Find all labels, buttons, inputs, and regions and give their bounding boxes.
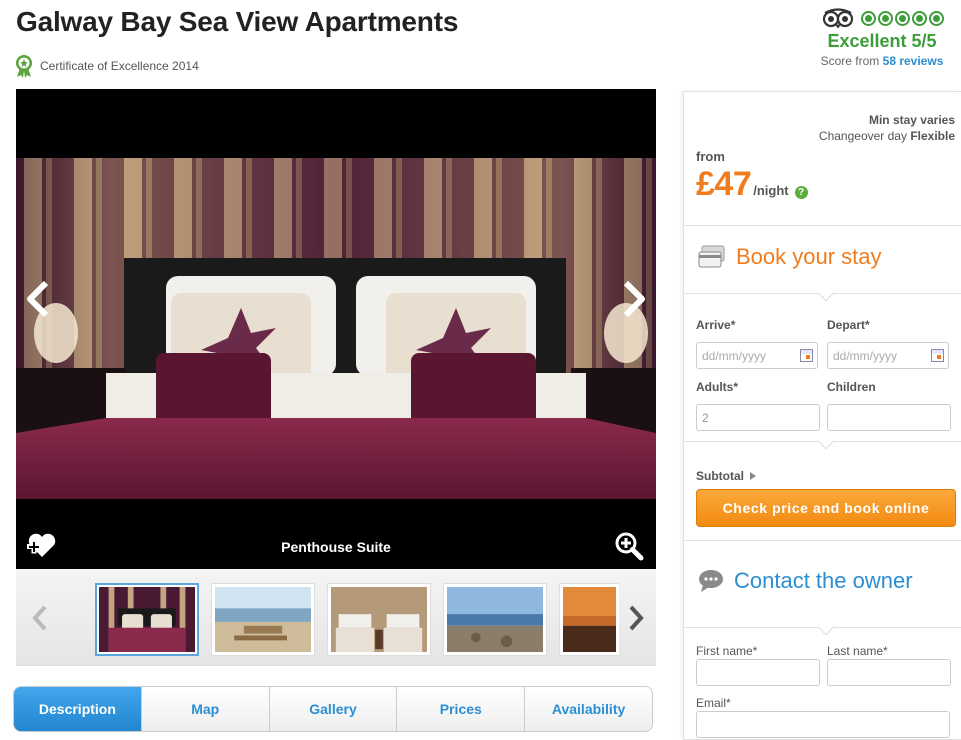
calendar-icon[interactable] — [800, 349, 813, 362]
certificate-label: Certificate of Excellence 2014 — [40, 59, 199, 73]
photo-gallery: Penthouse Suite — [16, 89, 656, 569]
page-title: Galway Bay Sea View Apartments — [16, 6, 459, 37]
email-input[interactable] — [696, 711, 950, 738]
thumbnail-image — [215, 587, 311, 652]
children-label: Children — [827, 380, 876, 394]
tab-prices[interactable]: Prices — [397, 687, 526, 731]
depart-date-input[interactable]: dd/mm/yyyy — [827, 342, 949, 369]
bedroom-photo — [16, 158, 656, 499]
arrive-label: Arrive* — [696, 318, 736, 332]
contact-heading: Contact the owner — [734, 568, 913, 593]
divider — [684, 540, 961, 541]
review-rating: Excellent 5/5 Score from 58 reviews — [817, 8, 947, 68]
thumbnail-twin-beds[interactable] — [327, 583, 431, 656]
rating-bubble-icon — [860, 10, 876, 26]
arrive-placeholder: dd/mm/yyyy — [702, 349, 767, 363]
tab-gallery[interactable]: Gallery — [270, 687, 398, 731]
caret-right-icon — [750, 472, 756, 480]
certificate-of-excellence: Certificate of Excellence 2014 — [14, 54, 199, 78]
listing-tabs: Description Map Gallery Prices Availabil… — [13, 686, 653, 732]
rating-bubbles — [860, 10, 944, 26]
divider-notch — [817, 432, 835, 450]
price-unit: /night — [753, 183, 789, 198]
thumbnail-image — [331, 587, 427, 652]
depart-placeholder: dd/mm/yyyy — [833, 349, 898, 363]
credit-card-icon — [698, 245, 725, 268]
chevron-right-icon — [623, 280, 645, 318]
rating-bubble-icon — [877, 10, 893, 26]
reviews-link[interactable]: 58 reviews — [883, 54, 944, 68]
email-label: Email* — [696, 696, 731, 710]
score-prefix: Score from — [820, 54, 880, 68]
arrive-date-input[interactable]: dd/mm/yyyy — [696, 342, 818, 369]
price-amount: £47 — [696, 165, 752, 203]
divider — [684, 225, 961, 226]
thumbnail-beach-terrace[interactable] — [211, 583, 315, 656]
zoom-in-icon — [615, 532, 644, 561]
book-heading: Book your stay — [736, 244, 882, 269]
thumbnail-image — [447, 587, 543, 652]
last-name-input[interactable] — [827, 659, 951, 686]
thumbnail-image — [563, 587, 616, 652]
rating-label: Excellent 5/5 — [827, 31, 937, 51]
book-your-stay-heading: Book your stay — [698, 244, 882, 270]
thumbnail-image — [99, 587, 195, 652]
first-name-input[interactable] — [696, 659, 820, 686]
calendar-icon[interactable] — [931, 349, 944, 362]
zoom-photo-button[interactable] — [614, 531, 644, 566]
tab-map[interactable]: Map — [142, 687, 270, 731]
score-line: Score from 58 reviews — [817, 54, 947, 68]
changeover-label: Changeover day — [818, 129, 907, 143]
main-photo — [16, 158, 656, 499]
rating-bubble-icon — [911, 10, 927, 26]
nightly-price: £47 /night ? — [696, 165, 808, 204]
thumbnails-previous-button[interactable] — [30, 603, 50, 633]
previous-photo-button[interactable] — [20, 279, 60, 319]
subtotal-label: Subtotal — [696, 469, 744, 483]
tab-availability[interactable]: Availability — [525, 687, 652, 731]
divider-notch — [817, 284, 835, 302]
tripadvisor-owl-icon — [822, 8, 853, 28]
adults-label: Adults* — [696, 380, 738, 394]
chevron-right-icon — [629, 605, 644, 631]
subtotal-toggle[interactable]: Subtotal — [696, 469, 756, 483]
stay-info: Min stay varies Changeover day Flexible — [819, 112, 955, 144]
contact-owner-heading: Contact the owner — [698, 568, 913, 594]
chevron-left-icon — [27, 280, 49, 318]
first-name-label: First name* — [696, 644, 758, 658]
price-from-label: from — [696, 149, 725, 164]
min-stay: Min stay varies — [868, 113, 955, 127]
photo-caption: Penthouse Suite — [281, 539, 391, 555]
price-help-icon[interactable]: ? — [794, 186, 808, 199]
depart-label: Depart* — [827, 318, 870, 332]
changeover-value: Flexible — [910, 129, 955, 143]
thumbnail-bedroom[interactable] — [95, 583, 199, 656]
check-price-button[interactable]: Check price and book online — [696, 489, 956, 527]
children-input[interactable] — [827, 404, 951, 431]
award-badge-icon — [16, 55, 32, 78]
speech-bubble-icon — [699, 570, 723, 592]
booking-sidebar: Min stay varies Changeover day Flexible … — [683, 91, 961, 740]
divider-notch — [817, 618, 835, 636]
thumbnail-strip — [16, 569, 656, 666]
last-name-label: Last name* — [827, 644, 888, 658]
rating-bubble-icon — [894, 10, 910, 26]
thumbnail-sunset[interactable] — [559, 583, 619, 656]
adults-input[interactable]: 2 — [696, 404, 820, 431]
thumbnails-next-button[interactable] — [626, 603, 646, 633]
thumbnail-shoreline[interactable] — [443, 583, 547, 656]
rating-bubble-icon — [928, 10, 944, 26]
tab-description[interactable]: Description — [14, 687, 142, 731]
chevron-left-icon — [32, 605, 47, 631]
next-photo-button[interactable] — [612, 279, 652, 319]
